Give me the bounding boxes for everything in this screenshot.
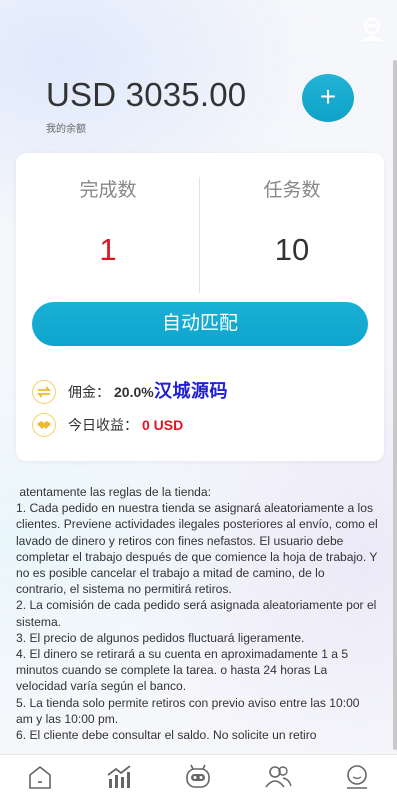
commission-label: 佣金： (68, 384, 110, 400)
home-icon (28, 765, 51, 789)
profile-icon (347, 764, 368, 789)
commission-value: 20.0% (114, 384, 154, 400)
robot-icon (186, 764, 211, 788)
completed-column: 完成数 1 (16, 175, 200, 268)
scrollbar[interactable] (393, 60, 397, 750)
team-icon (265, 765, 292, 787)
balance-amount: USD 3035.00 (46, 76, 247, 113)
today-earnings-label: 今日收益： (68, 417, 138, 433)
completed-title: 完成数 (79, 180, 137, 201)
tasks-column: 任务数 10 (200, 175, 384, 268)
tab-home[interactable] (20, 757, 60, 797)
exchange-icon (32, 380, 56, 404)
today-earnings-row: 今日收益： 0 USD (32, 412, 183, 438)
completed-value: 1 (99, 232, 117, 267)
balance-label: 我的余额 (46, 124, 86, 135)
watermark-text: 汉城源码 (154, 381, 228, 401)
bottom-tab-bar (0, 754, 397, 798)
commission-row: 佣金： 20.0% (32, 379, 154, 405)
tasks-value: 10 (274, 232, 310, 267)
tab-team[interactable] (258, 757, 298, 797)
task-card: 完成数 1 任务数 10 自动匹配 佣金： 20.0% 汉城源码 今日收益： 0… (16, 153, 384, 461)
user-avatar-icon[interactable] (359, 16, 385, 42)
tab-robot[interactable] (178, 757, 218, 797)
handshake-icon (32, 413, 56, 437)
add-funds-button[interactable]: + (302, 74, 354, 122)
tab-chart[interactable] (99, 757, 139, 797)
tasks-title: 任务数 (263, 180, 321, 201)
today-earnings-value: 0 USD (142, 417, 184, 433)
tab-profile[interactable] (337, 757, 377, 797)
store-rules-text: atentamente las reglas de la tienda: 1. … (16, 485, 378, 743)
auto-match-button[interactable]: 自动匹配 (32, 302, 368, 346)
chart-icon (107, 764, 131, 788)
